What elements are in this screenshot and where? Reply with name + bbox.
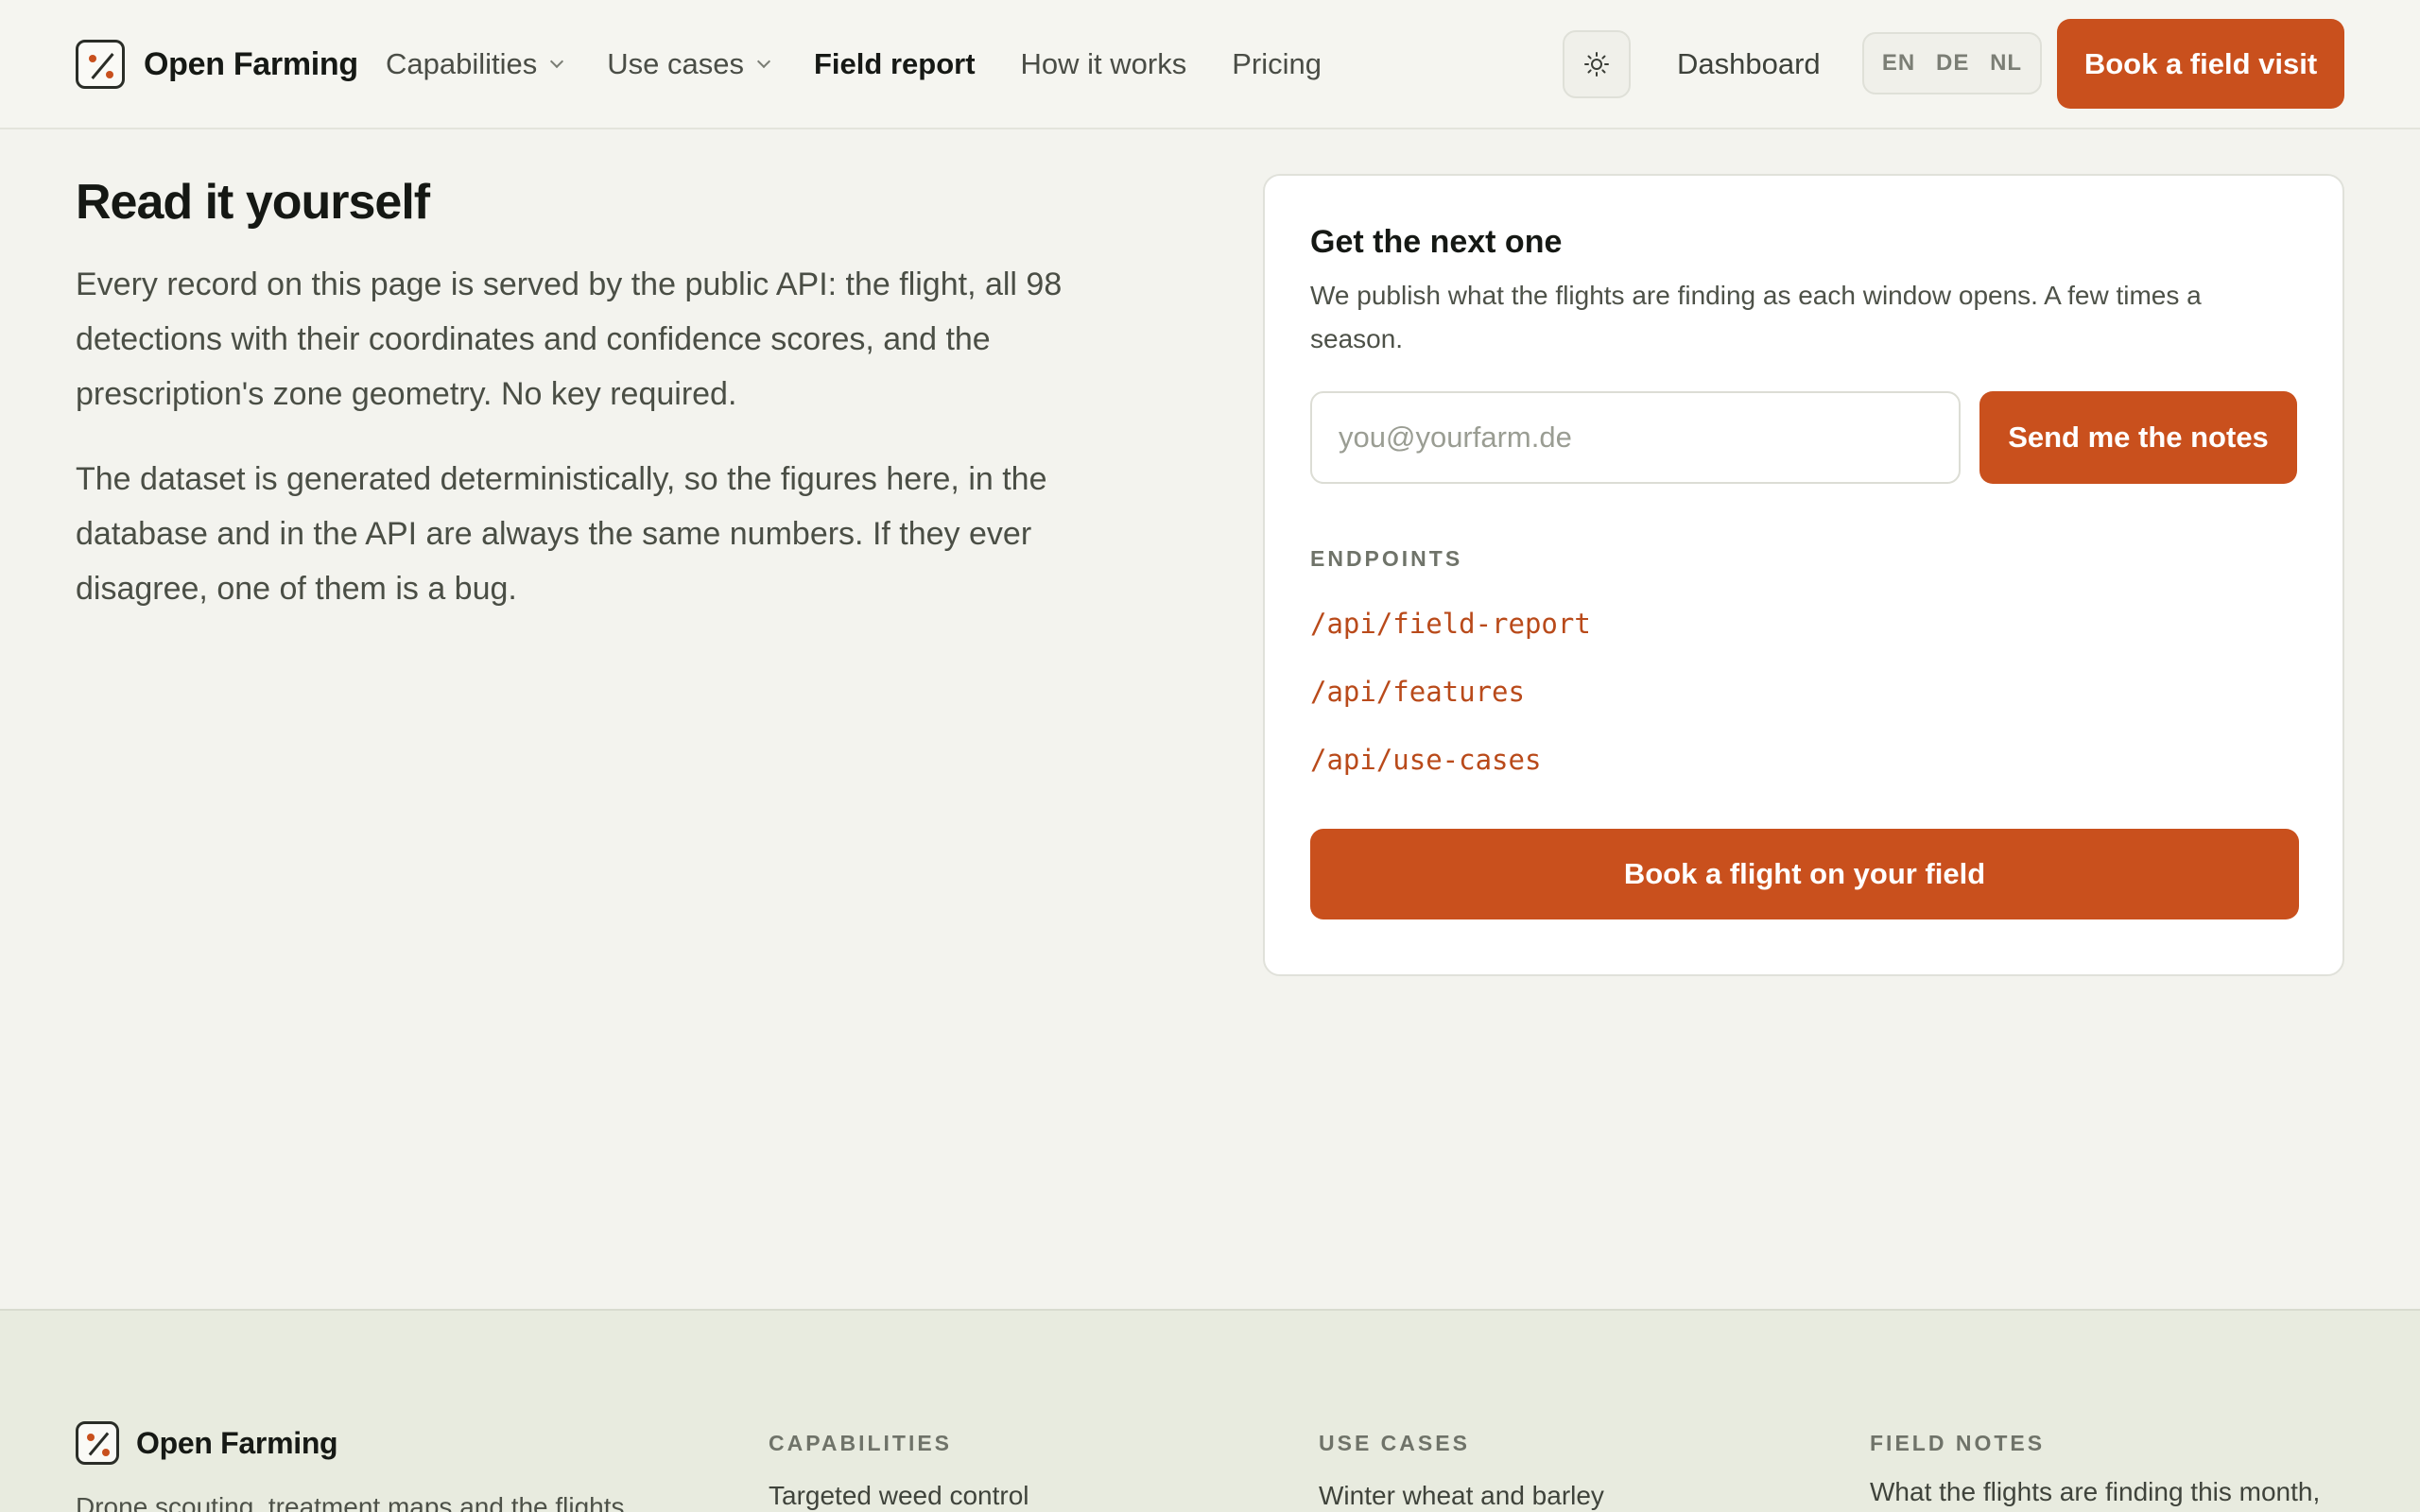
card-description: We publish what the flights are finding …: [1310, 281, 2202, 353]
nav-pricing[interactable]: Pricing: [1232, 47, 1322, 81]
lang-nl[interactable]: NL: [1990, 50, 2022, 77]
chevron-down-icon: [550, 54, 564, 69]
book-flight-button[interactable]: Book a flight on your field: [1310, 829, 2299, 919]
footer-heading: CAPABILITIES: [769, 1431, 953, 1455]
footer-col-use-cases: USE CASES Winter wheat and barley: [1319, 1420, 1604, 1511]
site-header: Open Farming Capabilities Use cases Fiel…: [0, 0, 2420, 129]
endpoint-link-field-report[interactable]: /api/field-report: [1310, 602, 2299, 645]
sun-icon: [1584, 52, 1609, 77]
footer-text: What the flights are finding this month,: [1870, 1477, 2321, 1506]
email-input[interactable]: [1310, 391, 1961, 484]
chevron-down-icon: [756, 54, 771, 69]
api-section: Read it yourself Every record on this pa…: [76, 170, 1106, 616]
theme-toggle-button[interactable]: [1563, 30, 1631, 98]
book-field-visit-button[interactable]: Book a field visit: [2057, 19, 2344, 109]
nav-capabilities[interactable]: Capabilities: [386, 47, 564, 81]
section-title: Read it yourself: [76, 175, 430, 230]
dashboard-link[interactable]: Dashboard: [1677, 40, 1821, 89]
card-title: Get the next one: [1310, 224, 1563, 260]
footer-heading: USE CASES: [1319, 1431, 1470, 1455]
dataset-paragraph: The dataset is generated deterministical…: [76, 461, 1047, 607]
nav-use-cases-label: Use cases: [607, 47, 744, 80]
site-footer: Open Farming Drone scouting, treatment m…: [0, 1309, 2420, 1512]
lang-de[interactable]: DE: [1936, 50, 1969, 77]
newsletter-card: Get the next one We publish what the fli…: [1263, 174, 2344, 976]
main-nav: Capabilities Use cases Field report How …: [386, 40, 1367, 89]
footer-col-capabilities: CAPABILITIES Targeted weed control: [769, 1420, 1029, 1511]
language-switcher: EN DE NL: [1862, 32, 2042, 94]
footer-col-field-notes: FIELD NOTES What the flights are finding…: [1870, 1420, 2320, 1507]
intro-paragraph: Every record on this page is served by t…: [76, 266, 1063, 412]
endpoints-heading: ENDPOINTS: [1310, 546, 1463, 571]
nav-use-cases[interactable]: Use cases: [607, 47, 771, 81]
footer-description: Drone scouting, treatment maps and the f…: [76, 1492, 625, 1512]
lang-en[interactable]: EN: [1882, 50, 1915, 77]
logo-icon: [76, 40, 125, 89]
footer-brand-name: Open Farming: [136, 1425, 338, 1460]
nav-capabilities-label: Capabilities: [386, 47, 538, 80]
footer-brand[interactable]: Open Farming: [76, 1420, 338, 1466]
brand-name: Open Farming: [144, 45, 358, 82]
footer-link[interactable]: Targeted weed control: [769, 1481, 1029, 1511]
endpoint-link-use-cases[interactable]: /api/use-cases: [1310, 738, 2299, 782]
endpoint-link-features[interactable]: /api/features: [1310, 670, 2299, 713]
logo-icon: [76, 1421, 119, 1465]
brand-logo-link[interactable]: Open Farming: [76, 40, 358, 89]
send-notes-button[interactable]: Send me the notes: [1979, 391, 2297, 484]
nav-how-it-works[interactable]: How it works: [1021, 47, 1187, 81]
signup-form: Send me the notes: [1310, 391, 2299, 484]
footer-heading: FIELD NOTES: [1870, 1431, 2046, 1455]
nav-field-report[interactable]: Field report: [814, 47, 976, 81]
footer-link[interactable]: Winter wheat and barley: [1319, 1481, 1604, 1511]
